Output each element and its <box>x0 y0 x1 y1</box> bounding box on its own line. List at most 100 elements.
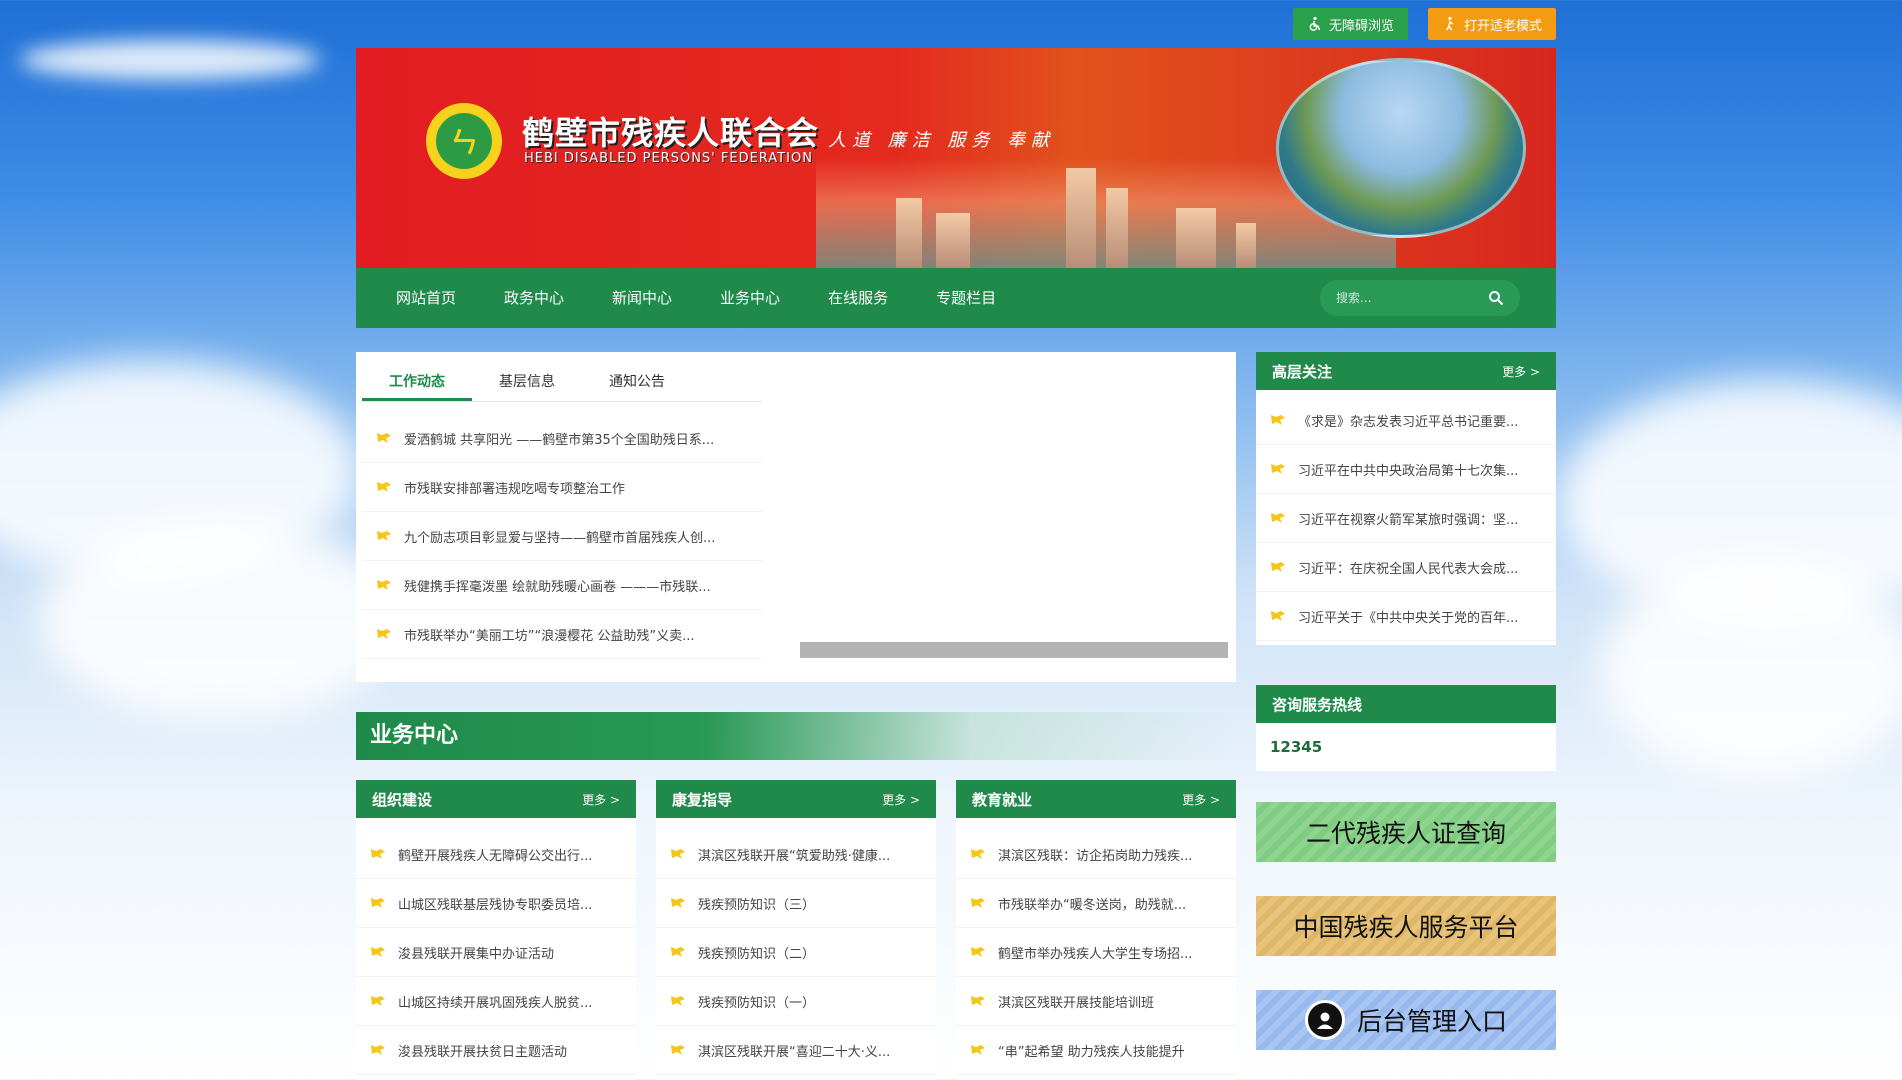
search-box <box>1320 280 1520 316</box>
search-icon[interactable] <box>1488 290 1504 306</box>
header-banner: ㄣ 鹤壁市残疾人联合会 HEBI DISABLED PERSONS' FEDER… <box>356 48 1556 268</box>
list-item[interactable]: 市残联举办“美丽工坊”“浪漫樱花 公益助残”义卖... <box>362 610 762 659</box>
list-item-text: 市残联举办“美丽工坊”“浪漫樱花 公益助残”义卖... <box>404 628 695 644</box>
column-list: 淇滨区残联：访企拓岗助力残疾... 市残联举办“暖冬送岗，助残就... 鹤壁市举… <box>956 818 1236 1075</box>
column-title: 康复指导 <box>672 790 733 809</box>
flag-icon <box>377 580 391 590</box>
list-item[interactable]: 市残联举办“暖冬送岗，助残就... <box>956 879 1236 928</box>
list-item[interactable]: 爱洒鹤城 共享阳光 ——鹤壁市第35个全国助残日系... <box>362 414 762 463</box>
nav-online-service[interactable]: 在线服务 <box>804 268 912 328</box>
nav-business[interactable]: 业务中心 <box>696 268 804 328</box>
list-item-text: 市残联举办“暖冬送岗，助残就... <box>998 897 1187 913</box>
list-item[interactable]: 淇滨区残联开展“筑爱助残·健康... <box>656 830 936 879</box>
flag-icon <box>671 947 685 957</box>
list-item-text: 《求是》杂志发表习近平总书记重要... <box>1298 414 1519 430</box>
flag-icon <box>371 898 385 908</box>
disability-card-query-button[interactable]: 二代残疾人证查询 <box>1256 802 1556 862</box>
list-item[interactable]: 残疾预防知识（三） <box>656 879 936 928</box>
main-nav: 网站首页 政务中心 新闻中心 业务中心 在线服务 专题栏目 <box>356 268 1556 328</box>
list-item[interactable]: 山城区持续开展巩固残疾人脱贫... <box>356 977 636 1026</box>
flag-icon <box>377 433 391 443</box>
accessible-browse-button[interactable]: 无障碍浏览 <box>1292 8 1408 40</box>
org-name-en: HEBI DISABLED PERSONS' FEDERATION <box>524 151 813 166</box>
list-item[interactable]: 残疾预防知识（二） <box>656 928 936 977</box>
nav-home[interactable]: 网站首页 <box>372 268 480 328</box>
list-item[interactable]: 淇滨区残联：访企拓岗助力残疾... <box>956 830 1236 879</box>
tab-notices[interactable]: 通知公告 <box>582 362 692 401</box>
federation-logo[interactable]: ㄣ <box>426 103 502 179</box>
tab-grassroots-info[interactable]: 基层信息 <box>472 362 582 401</box>
column-header: 组织建设 更多 > <box>356 780 636 818</box>
focus-more-link[interactable]: 更多 > <box>1502 363 1540 380</box>
list-item-text: 习近平在中共中央政治局第十七次集... <box>1298 463 1519 479</box>
flag-icon <box>671 1045 685 1055</box>
hotline-number: 12345 <box>1270 738 1323 756</box>
flag-icon <box>971 849 985 859</box>
wheelchair-icon <box>1309 16 1321 31</box>
flag-icon <box>371 1045 385 1055</box>
business-column-rehabilitation: 康复指导 更多 > 淇滨区残联开展“筑爱助残·健康... 残疾预防知识（三） 残… <box>656 780 936 1080</box>
list-item[interactable]: 浚县残联开展扶贫日主题活动 <box>356 1026 636 1075</box>
nav-topics[interactable]: 专题栏目 <box>912 268 1020 328</box>
flag-icon <box>671 849 685 859</box>
list-item[interactable]: 习近平关于《中共中央关于党的百年... <box>1256 592 1556 641</box>
elderly-mode-button[interactable]: 打开适老模式 <box>1427 8 1556 40</box>
list-item-text: 九个励志项目彰显爱与坚持——鹤壁市首届残疾人创... <box>404 530 716 546</box>
list-item-text: 淇滨区残联开展“筑爱助残·健康... <box>698 848 891 864</box>
list-item[interactable]: 习近平：在庆祝全国人民代表大会成... <box>1256 543 1556 592</box>
list-item-text: 残疾预防知识（一） <box>698 995 816 1011</box>
slider-caption-bar <box>800 642 1228 658</box>
accessible-browse-label: 无障碍浏览 <box>1328 18 1394 34</box>
flag-icon <box>671 996 685 1006</box>
image-slider[interactable] <box>800 362 1226 662</box>
park-photo <box>1276 58 1526 238</box>
list-item[interactable]: 习近平在中共中央政治局第十七次集... <box>1256 445 1556 494</box>
list-item[interactable]: 九个励志项目彰显爱与坚持——鹤壁市首届残疾人创... <box>362 512 762 561</box>
nav-government[interactable]: 政务中心 <box>480 268 588 328</box>
list-item-text: 习近平关于《中共中央关于党的百年... <box>1298 610 1519 626</box>
list-item-text: 淇滨区残联开展技能培训班 <box>998 995 1155 1011</box>
list-item[interactable]: 鹤壁开展残疾人无障碍公交出行... <box>356 830 636 879</box>
list-item[interactable]: 淇滨区残联开展“喜迎二十大·义... <box>656 1026 936 1075</box>
column-more-link[interactable]: 更多 > <box>1182 791 1220 808</box>
list-item[interactable]: 残疾预防知识（一） <box>656 977 936 1026</box>
list-item-text: 淇滨区残联开展“喜迎二十大·义... <box>698 1044 891 1060</box>
nav-news[interactable]: 新闻中心 <box>588 268 696 328</box>
service-platform-button[interactable]: 中国残疾人服务平台 <box>1256 896 1556 956</box>
column-more-link[interactable]: 更多 > <box>882 791 920 808</box>
flag-icon <box>971 947 985 957</box>
top-toolbar: 无障碍浏览 打开适老模式 <box>1292 8 1556 40</box>
flag-icon <box>377 629 391 639</box>
elderly-mode-label: 打开适老模式 <box>1463 18 1542 34</box>
list-item[interactable]: 残健携手挥毫泼墨 绘就助残暖心画卷 ———市残联... <box>362 561 762 610</box>
flag-icon <box>1271 611 1285 621</box>
admin-entry-button[interactable]: 后台管理入口 <box>1256 990 1556 1050</box>
search-input[interactable] <box>1336 291 1488 305</box>
list-item[interactable]: 习近平在视察火箭军某旅时强调：坚... <box>1256 494 1556 543</box>
flag-icon <box>971 1045 985 1055</box>
flag-icon <box>971 996 985 1006</box>
list-item[interactable]: 山城区残联基层残协专职委员培... <box>356 879 636 928</box>
list-item[interactable]: 《求是》杂志发表习近平总书记重要... <box>1256 396 1556 445</box>
list-item-text: 浚县残联开展扶贫日主题活动 <box>398 1044 568 1060</box>
list-item[interactable]: 浚县残联开展集中办证活动 <box>356 928 636 977</box>
list-item[interactable]: 淇滨区残联开展技能培训班 <box>956 977 1236 1026</box>
list-item-text: “串”起希望 助力残疾人技能提升 <box>998 1044 1185 1060</box>
list-item[interactable]: 鹤壁市举办残疾人大学生专场招... <box>956 928 1236 977</box>
flag-icon <box>377 482 391 492</box>
flag-icon <box>371 996 385 1006</box>
flag-icon <box>1271 513 1285 523</box>
list-item-text: 习近平在视察火箭军某旅时强调：坚... <box>1298 512 1519 528</box>
news-tabs: 工作动态 基层信息 通知公告 <box>362 362 762 402</box>
hotline-panel: 咨询服务热线 12345 <box>1256 685 1556 771</box>
list-item[interactable]: “串”起希望 助力残疾人技能提升 <box>956 1026 1236 1075</box>
elderly-person-icon <box>1446 16 1454 31</box>
list-item[interactable]: 市残联安排部署违规吃喝专项整治工作 <box>362 463 762 512</box>
org-name: 鹤壁市残疾人联合会 <box>522 114 820 152</box>
column-more-link[interactable]: 更多 > <box>582 791 620 808</box>
list-item-text: 山城区残联基层残协专职委员培... <box>398 897 593 913</box>
business-column-education: 教育就业 更多 > 淇滨区残联：访企拓岗助力残疾... 市残联举办“暖冬送岗，助… <box>956 780 1236 1080</box>
tab-work-updates[interactable]: 工作动态 <box>362 362 472 401</box>
list-item-text: 残健携手挥毫泼墨 绘就助残暖心画卷 ———市残联... <box>404 579 711 595</box>
focus-header: 高层关注 更多 > <box>1256 352 1556 390</box>
